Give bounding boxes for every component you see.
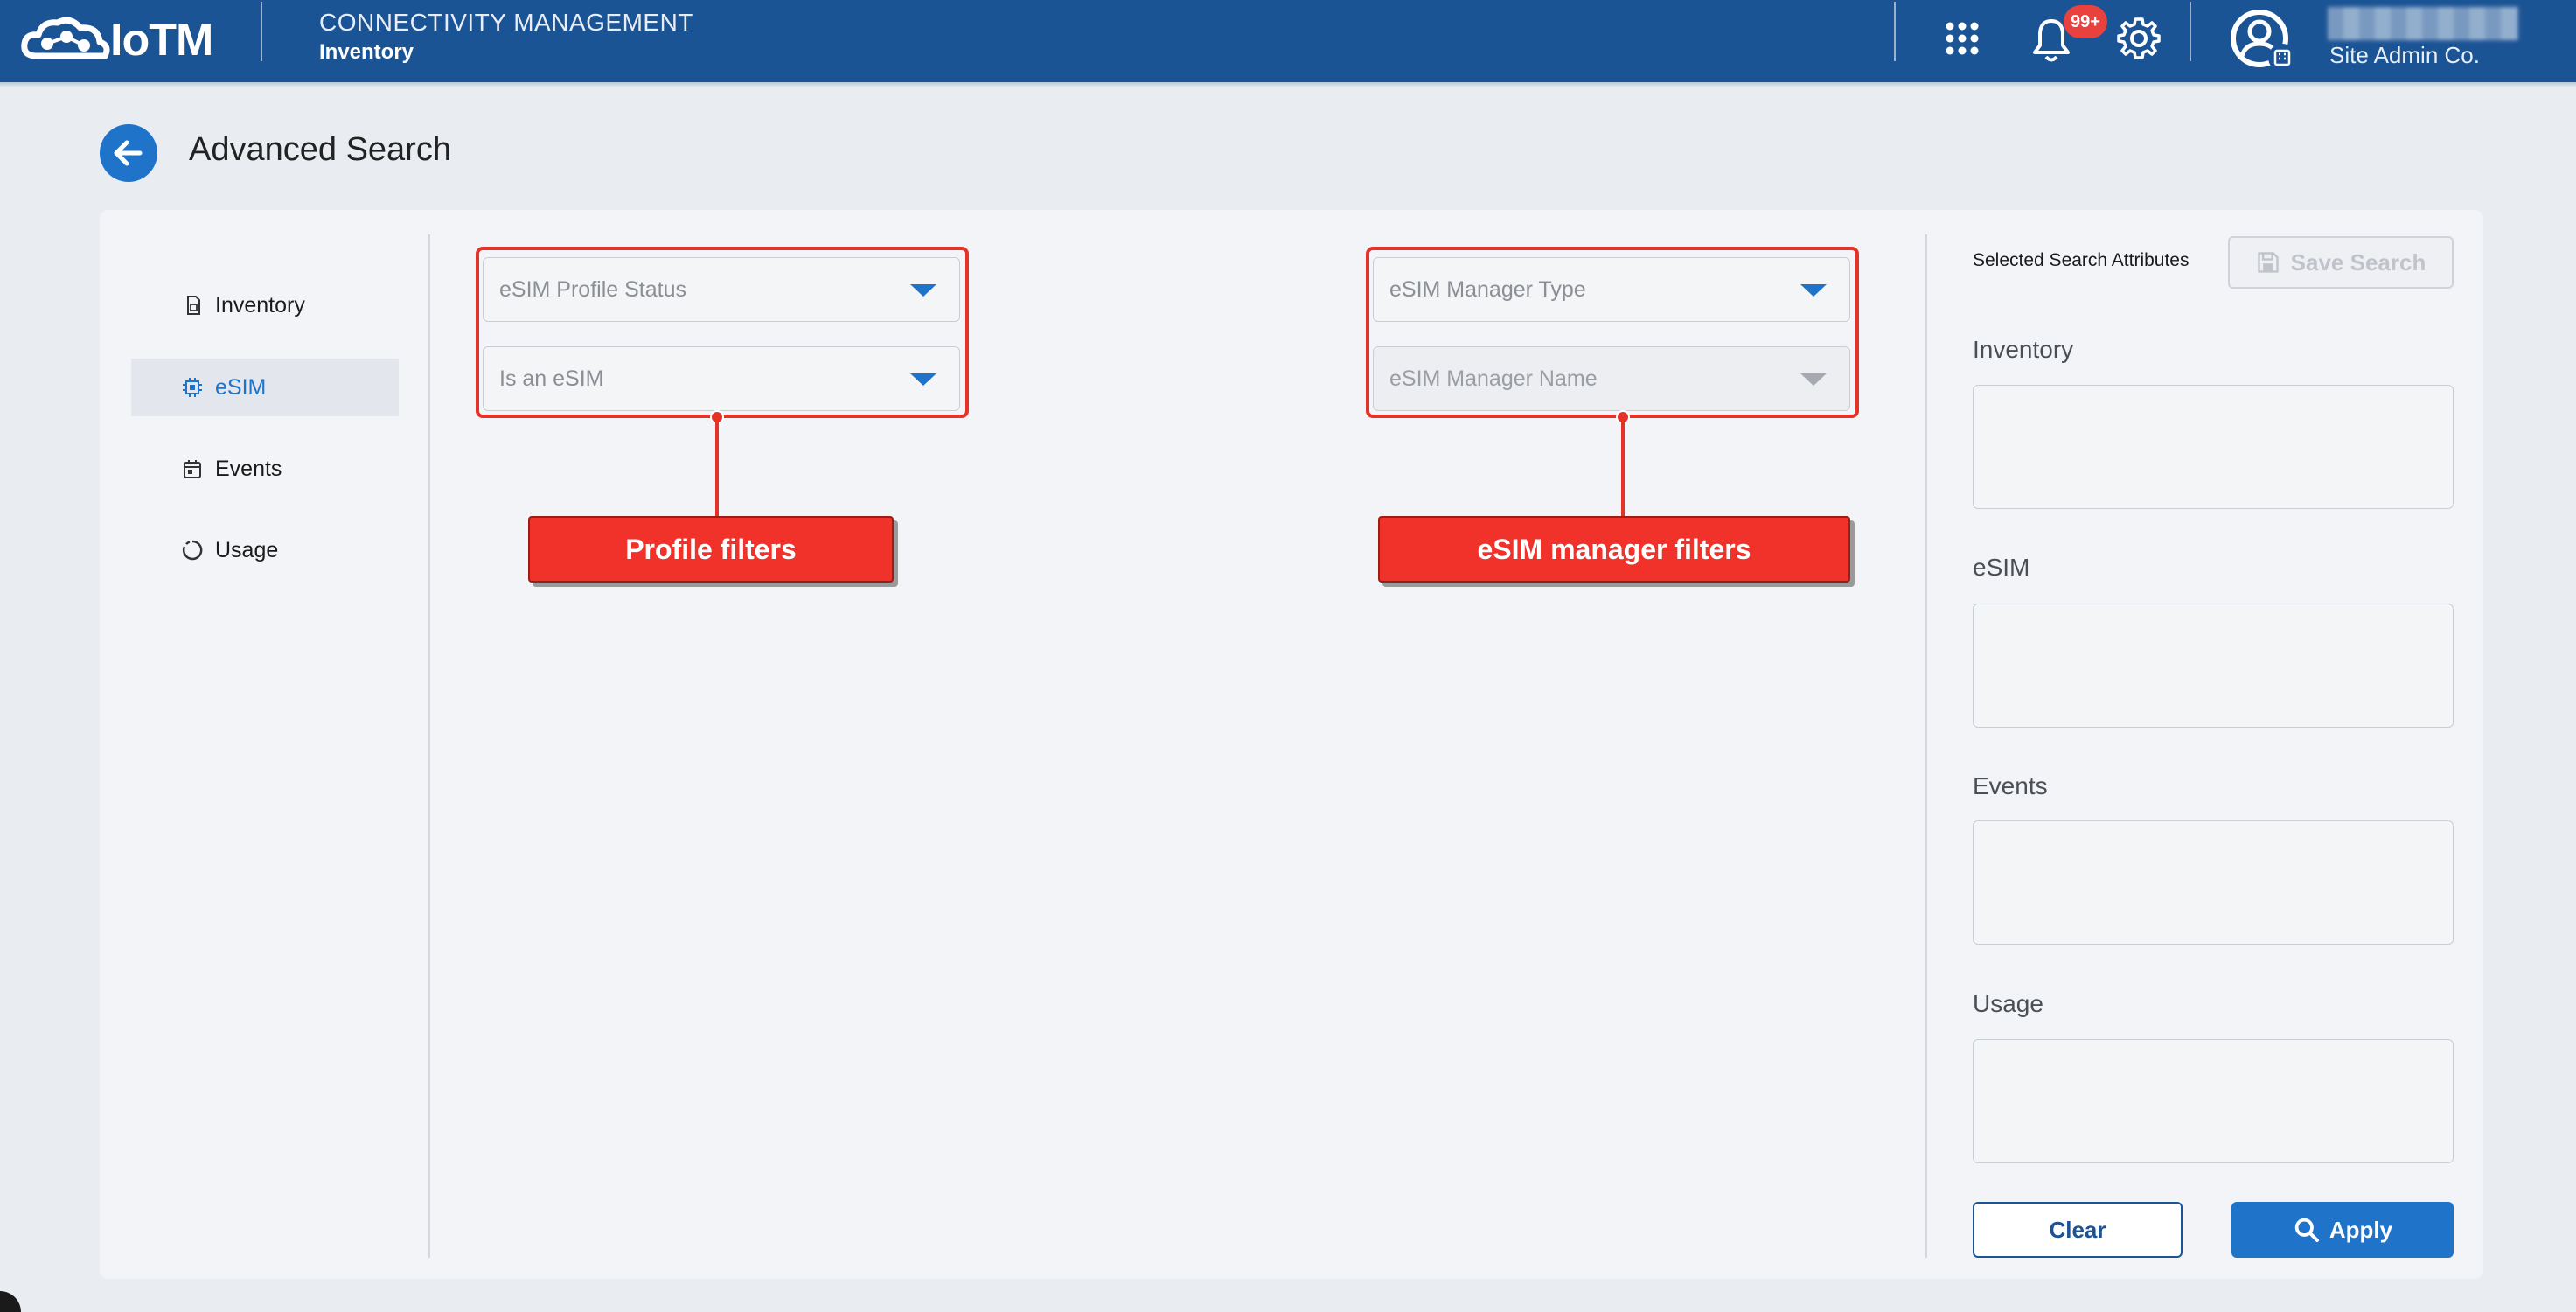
attributes-divider — [1925, 234, 1927, 1258]
attr-box-usage[interactable] — [1973, 1039, 2454, 1163]
window-corner — [0, 1291, 21, 1312]
user-name-redacted — [2328, 7, 2518, 40]
apps-grid-icon[interactable] — [1936, 14, 1988, 66]
manager-filters-highlight — [1366, 247, 1859, 418]
nav-item-label: Usage — [215, 537, 279, 562]
header-divider — [261, 2, 262, 61]
callout-line — [715, 418, 719, 516]
top-header: IoTM CONNECTIVITY MANAGEMENT Inventory 9… — [0, 0, 2576, 82]
attr-box-inventory[interactable] — [1973, 385, 2454, 509]
nav-item-inventory[interactable]: Inventory — [131, 276, 399, 334]
notification-badge: 99+ — [2064, 5, 2107, 38]
page-title: Advanced Search — [189, 131, 451, 168]
chip-icon — [183, 378, 202, 397]
attr-label-inventory: Inventory — [1973, 336, 2074, 363]
nav-item-label: Inventory — [215, 292, 305, 318]
apply-label: Apply — [2329, 1216, 2393, 1243]
user-organization: Site Admin Co. — [2329, 42, 2480, 68]
user-avatar-icon[interactable] — [2228, 5, 2298, 75]
save-search-label: Save Search — [2290, 248, 2426, 276]
manager-filters-label: eSIM manager filters — [1378, 516, 1850, 583]
nav-item-events[interactable]: Events — [131, 440, 399, 498]
profile-filters-label: Profile filters — [528, 516, 894, 583]
profile-filters-highlight — [476, 247, 969, 418]
back-button[interactable] — [100, 124, 157, 182]
app-title: CONNECTIVITY MANAGEMENT — [319, 9, 693, 36]
attr-label-esim: eSIM — [1973, 554, 2030, 581]
search-icon — [2294, 1218, 2319, 1242]
apply-button[interactable]: Apply — [2231, 1202, 2454, 1258]
nav-item-label: Events — [215, 456, 282, 481]
calendar-icon — [184, 460, 201, 478]
header-divider — [1894, 2, 1896, 61]
logo-text: IoTM — [110, 15, 213, 66]
header-divider — [2190, 2, 2191, 61]
nav-item-esim[interactable]: eSIM — [131, 359, 399, 416]
clear-label: Clear — [2049, 1216, 2106, 1243]
nav-item-usage[interactable]: Usage — [131, 521, 399, 579]
nav-item-label: eSIM — [215, 374, 267, 400]
header-shadow — [0, 82, 2576, 87]
clear-button[interactable]: Clear — [1973, 1202, 2183, 1258]
selected-attributes-title: Selected Search Attributes — [1973, 250, 2190, 270]
callout-line — [1621, 418, 1625, 516]
sim-card-icon — [187, 296, 200, 315]
attr-box-events[interactable] — [1973, 820, 2454, 945]
attr-box-esim[interactable] — [1973, 604, 2454, 728]
save-search-button[interactable]: Save Search — [2228, 236, 2454, 289]
floppy-disk-icon — [2257, 252, 2279, 273]
usage-ring-icon — [182, 540, 203, 561]
attr-label-events: Events — [1973, 772, 2048, 799]
arrow-left-icon — [114, 140, 143, 166]
attr-label-usage: Usage — [1973, 990, 2043, 1017]
gear-icon[interactable] — [2113, 14, 2165, 66]
app-subtitle: Inventory — [319, 40, 414, 64]
nav-divider — [428, 234, 430, 1258]
